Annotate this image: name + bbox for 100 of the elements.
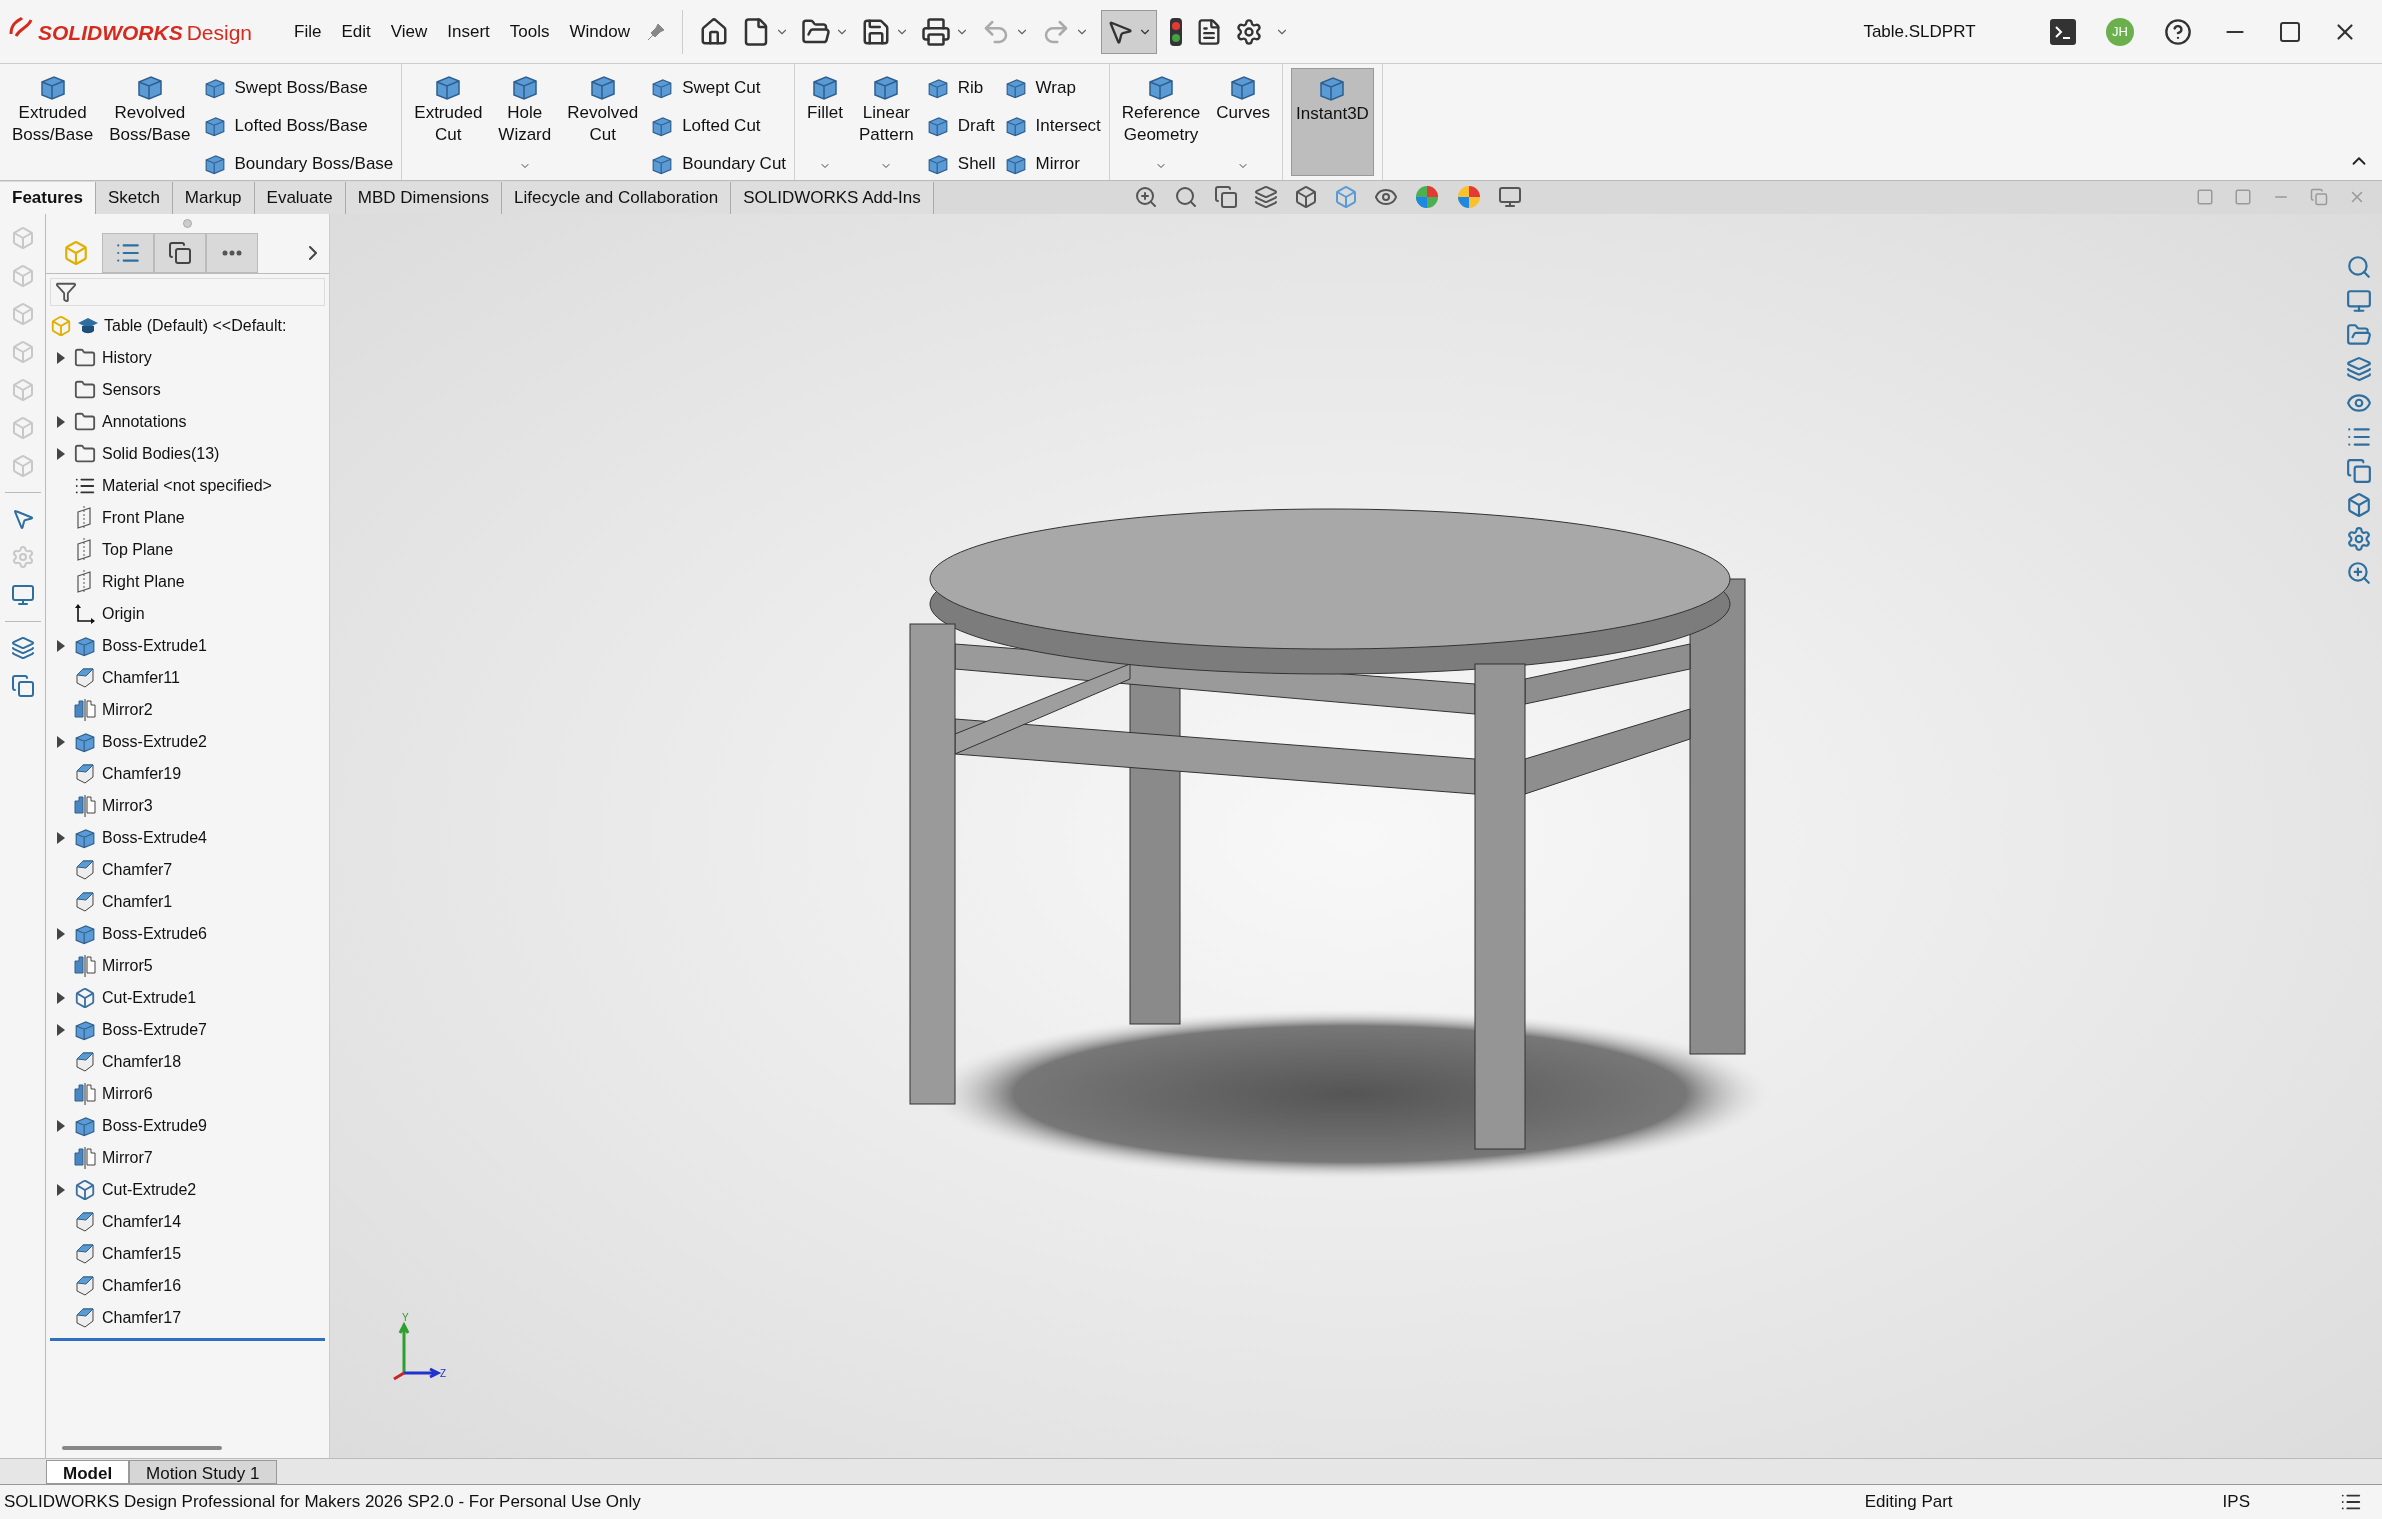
menu-item[interactable]: Tools: [509, 18, 550, 45]
tree-root-label[interactable]: Table (Default) <<Default:: [104, 314, 287, 338]
more-tab[interactable]: [206, 232, 258, 273]
ribbon-button[interactable]: Hole Wizard: [494, 68, 556, 176]
gear-icon[interactable]: [2346, 526, 2372, 552]
tree-item[interactable]: Chamfer7: [50, 854, 173, 886]
tree-item[interactable]: Right Plane: [50, 566, 185, 598]
tree-item[interactable]: Annotations: [50, 406, 187, 438]
layers-icon[interactable]: [10, 636, 35, 660]
expand-arrow-icon[interactable]: [57, 640, 65, 652]
layers-icon[interactable]: [2346, 356, 2372, 382]
ribbon-button[interactable]: Boundary Boss/Base: [202, 148, 394, 180]
monitor-icon[interactable]: [1497, 185, 1522, 209]
monitor-icon[interactable]: [2346, 288, 2372, 314]
units-label[interactable]: IPS: [2222, 1489, 2250, 1515]
tree-item[interactable]: Chamfer17: [50, 1302, 182, 1334]
tree-item[interactable]: Boss-Extrude4: [50, 822, 207, 854]
printer-icon[interactable]: [920, 16, 951, 47]
expand-arrow-icon[interactable]: [57, 832, 65, 844]
expand-arrow-icon[interactable]: [57, 352, 65, 364]
expand-arrow-icon[interactable]: [57, 448, 65, 460]
tree-item[interactable]: Chamfer19: [50, 758, 182, 790]
tab[interactable]: Lifecycle and Collaboration: [502, 182, 732, 214]
ribbon-button[interactable]: Fillet: [803, 68, 847, 176]
select-tool-button[interactable]: [1100, 9, 1157, 54]
tab[interactable]: MBD Dimensions: [345, 182, 503, 214]
tree-item[interactable]: Chamfer1: [50, 886, 173, 918]
menu-item[interactable]: Window: [569, 18, 630, 45]
tile-icon[interactable]: [2196, 188, 2214, 206]
ribbon-button[interactable]: Revolved Cut: [563, 68, 643, 176]
ribbon-button[interactable]: Lofted Cut: [650, 110, 787, 142]
color-ball-icon[interactable]: [1455, 184, 1482, 210]
tree-item[interactable]: Chamfer18: [50, 1046, 182, 1078]
ribbon-button[interactable]: Rib: [925, 72, 996, 104]
ribbon-button[interactable]: Extruded Cut: [410, 68, 487, 176]
tab[interactable]: Features: [0, 182, 96, 214]
expand-arrow-icon[interactable]: [57, 1120, 65, 1132]
tree-item[interactable]: Sensors: [50, 374, 161, 406]
ribbon-button[interactable]: Lofted Boss/Base: [202, 110, 394, 142]
handle-icon[interactable]: [183, 218, 192, 228]
help-icon[interactable]: [2164, 17, 2192, 46]
tab[interactable]: SOLIDWORKS Add-Ins: [731, 182, 934, 214]
tab[interactable]: Motion Study 1: [129, 1460, 277, 1484]
tree-item[interactable]: Cut-Extrude2: [50, 1174, 197, 1206]
expand-arrow-icon[interactable]: [57, 928, 65, 940]
tree-item[interactable]: Top Plane: [50, 534, 174, 566]
ribbon-button[interactable]: Instant3D: [1291, 68, 1374, 176]
tree-item[interactable]: Chamfer15: [50, 1238, 182, 1270]
traffic-light-icon[interactable]: [1168, 16, 1183, 47]
copy-icon[interactable]: [2346, 458, 2372, 484]
tree-item[interactable]: Mirror5: [50, 950, 153, 982]
tree-item[interactable]: Mirror2: [50, 694, 153, 726]
tree-item[interactable]: Mirror6: [50, 1078, 153, 1110]
copy-icon[interactable]: [10, 674, 35, 698]
ribbon-button[interactable]: Swept Cut: [650, 72, 787, 104]
color-ball-icon[interactable]: [1413, 184, 1440, 210]
expand-arrow-icon[interactable]: [57, 1024, 65, 1036]
ribbon-button[interactable]: Wrap: [1003, 72, 1101, 104]
home-icon[interactable]: [698, 16, 729, 47]
search-icon[interactable]: [1173, 185, 1198, 209]
tree-item[interactable]: Chamfer16: [50, 1270, 182, 1302]
tile-icon[interactable]: [2234, 188, 2252, 206]
ribbon-button[interactable]: Linear Pattern: [855, 68, 918, 176]
menu-item[interactable]: Edit: [341, 18, 371, 45]
tab[interactable]: Sketch: [95, 182, 173, 214]
tree-item[interactable]: Mirror3: [50, 790, 153, 822]
tree-item[interactable]: Chamfer11: [50, 662, 180, 694]
ribbon-button[interactable]: Shell: [925, 148, 996, 180]
tree-item[interactable]: Cut-Extrude1: [50, 982, 197, 1014]
zoom-icon[interactable]: [1133, 185, 1158, 209]
menu-item[interactable]: Insert: [447, 18, 490, 45]
search-icon[interactable]: [2346, 254, 2372, 280]
tree-item[interactable]: Front Plane: [50, 502, 185, 534]
menu-item[interactable]: View: [390, 18, 428, 45]
ribbon-button[interactable]: Boundary Cut: [650, 148, 787, 180]
tree-item[interactable]: Mirror7: [50, 1142, 153, 1174]
tree-item[interactable]: Origin: [50, 598, 145, 630]
tree-item[interactable]: Chamfer14: [50, 1206, 182, 1238]
tree-item[interactable]: Boss-Extrude7: [50, 1014, 207, 1046]
tree-item[interactable]: Boss-Extrude9: [50, 1110, 207, 1142]
settings-icon[interactable]: [1234, 17, 1263, 46]
ribbon-button[interactable]: Revolved Boss/Base: [105, 68, 195, 176]
ribbon-button[interactable]: Extruded Boss/Base: [8, 68, 98, 176]
expand-arrow-icon[interactable]: [57, 416, 65, 428]
ribbon-button[interactable]: Curves: [1212, 68, 1275, 176]
tree-item[interactable]: History: [50, 342, 152, 374]
cube-icon[interactable]: [1293, 185, 1318, 209]
zoom-icon[interactable]: [2346, 560, 2372, 586]
menu-item[interactable]: File: [294, 18, 322, 45]
property-tab[interactable]: [102, 232, 154, 273]
tree-item[interactable]: Material <not specified>: [50, 470, 272, 502]
expand-arrow-icon[interactable]: [57, 736, 65, 748]
expand-arrow-icon[interactable]: [57, 992, 65, 1004]
ribbon-button[interactable]: Mirror: [1003, 148, 1101, 180]
expand-arrow-icon[interactable]: [57, 1184, 65, 1196]
tab[interactable]: Markup: [172, 182, 255, 214]
pin-icon[interactable]: [645, 21, 666, 42]
maximize-icon[interactable]: [2278, 19, 2302, 44]
terminal-icon[interactable]: [2050, 18, 2076, 45]
monitor-icon[interactable]: [10, 583, 35, 607]
